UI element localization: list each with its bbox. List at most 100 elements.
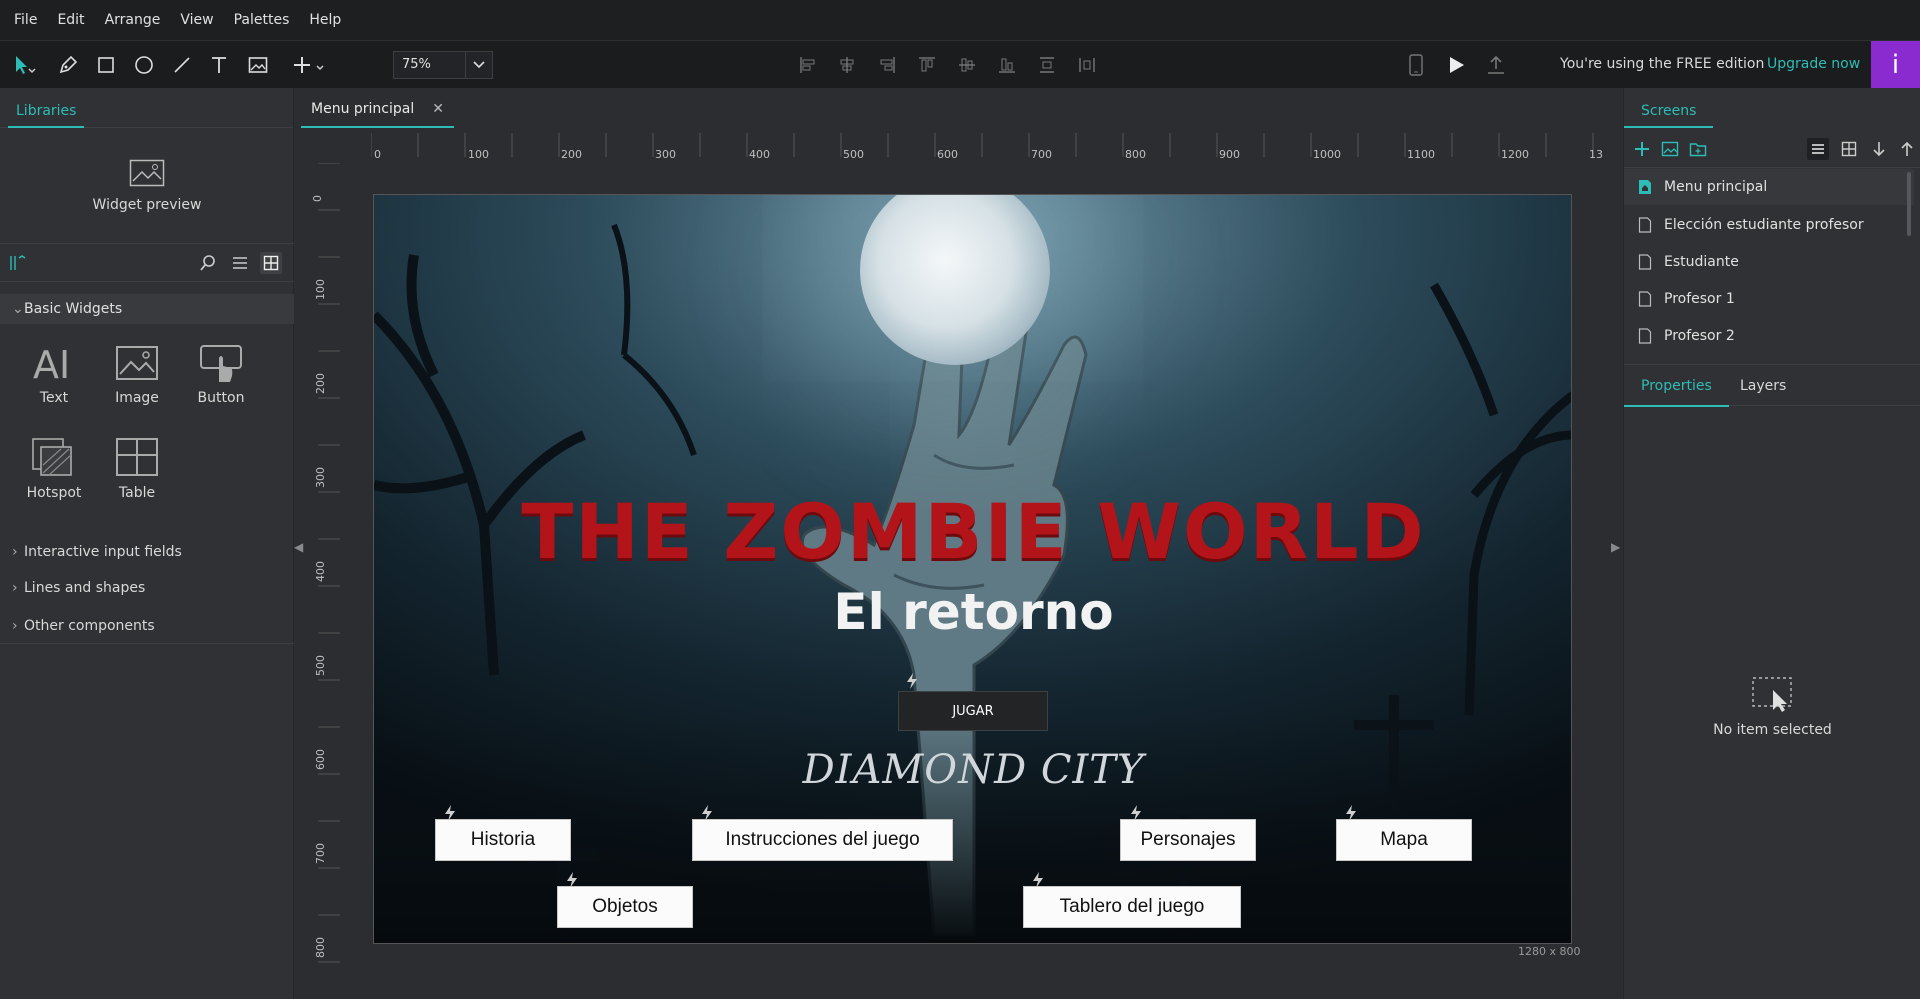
select-icon[interactable] (12, 53, 36, 77)
home-screen-icon (1639, 180, 1651, 194)
widget-hotspot[interactable]: Hotspot (14, 437, 94, 517)
collapse-right-icon[interactable]: ▶ (1611, 540, 1620, 554)
ellipse-icon[interactable] (132, 53, 156, 77)
page-icon (1638, 291, 1652, 307)
tab-properties[interactable]: Properties (1624, 365, 1729, 407)
menu-file[interactable]: File (4, 0, 47, 40)
section-label: Interactive input fields (24, 544, 182, 560)
add-screen-icon[interactable] (1631, 138, 1653, 160)
add-folder-icon[interactable] (1687, 138, 1709, 160)
libraries-tabs: Libraries (0, 88, 293, 128)
image-tool-icon[interactable] (246, 53, 270, 77)
tab-libraries[interactable]: Libraries (8, 88, 85, 128)
grid-view-icon[interactable] (260, 252, 282, 274)
tablero-button[interactable]: Tablero del juego (1023, 886, 1241, 928)
menu-bar: File Edit Arrange View Palettes Help (0, 0, 1920, 40)
screen-item-estudiante[interactable]: Estudiante (1624, 244, 1914, 280)
close-icon[interactable]: ✕ (432, 96, 444, 126)
objetos-button[interactable]: Objetos (557, 886, 693, 928)
ruler-tick: 400 (749, 148, 770, 161)
game-subtitle[interactable]: El retorno (374, 583, 1571, 641)
screens-toolbar (1624, 130, 1920, 168)
list-view-icon[interactable] (229, 252, 251, 274)
distribute-vertical-icon[interactable] (1035, 53, 1059, 77)
section-other-components[interactable]: › Other components (0, 608, 294, 644)
ruler-tick: 100 (468, 148, 489, 161)
ruler-tick: 100 (314, 279, 327, 300)
share-icon[interactable] (1484, 53, 1508, 77)
section-label: Lines and shapes (24, 580, 146, 596)
info-button[interactable]: i (1871, 41, 1920, 89)
screen-item-menu-principal[interactable]: Menu principal (1624, 169, 1914, 205)
screen-canvas[interactable]: THE ZOMBIE WORLD El retorno JUGAR DIAMON… (373, 194, 1572, 944)
chevron-down-icon: ⌄ (12, 301, 24, 317)
ruler-tick: 300 (314, 467, 327, 488)
add-icon[interactable] (290, 53, 330, 77)
section-interactive-input-fields[interactable]: › Interactive input fields (0, 534, 294, 570)
mapa-button[interactable]: Mapa (1336, 819, 1472, 861)
tab-menu-principal[interactable]: Menu principal ✕ (301, 96, 454, 128)
lightning-icon (907, 673, 917, 689)
widget-label: Text (39, 390, 69, 406)
instrucciones-button[interactable]: Instrucciones del juego (692, 819, 953, 861)
device-preview-icon[interactable] (1404, 53, 1428, 77)
menu-arrange[interactable]: Arrange (95, 0, 171, 40)
upgrade-link[interactable]: Upgrade now (1767, 56, 1860, 72)
basic-widgets-header[interactable]: ⌄Basic Widgets (0, 294, 294, 324)
personajes-button[interactable]: Personajes (1120, 819, 1256, 861)
tab-layers[interactable]: Layers (1734, 365, 1792, 407)
list-view-icon[interactable] (1807, 138, 1829, 160)
chevron-down-icon[interactable] (464, 52, 492, 78)
image-widget-icon (116, 346, 158, 380)
play-icon[interactable] (1444, 53, 1468, 77)
hotspot-widget-icon (32, 438, 72, 476)
align-center-icon[interactable] (835, 53, 859, 77)
arrow-down-icon[interactable] (1868, 138, 1890, 160)
tab-screens[interactable]: Screens (1624, 88, 1714, 128)
widget-table[interactable]: Table (97, 437, 177, 517)
menu-palettes[interactable]: Palettes (224, 0, 300, 40)
ruler-tick: 900 (1219, 148, 1240, 161)
city-name[interactable]: DIAMOND CITY (374, 747, 1571, 793)
zoom-selector[interactable]: 75% (393, 51, 493, 79)
line-icon[interactable] (170, 53, 194, 77)
zoom-value[interactable]: 75% (394, 52, 465, 78)
historia-button[interactable]: Historia (435, 819, 571, 861)
jugar-button[interactable]: JUGAR (898, 691, 1048, 731)
align-bottom-icon[interactable] (995, 53, 1019, 77)
pen-icon[interactable] (56, 53, 80, 77)
ruler-tick: 400 (314, 561, 327, 582)
widget-label: Button (197, 390, 245, 406)
align-middle-icon[interactable] (955, 53, 979, 77)
section-lines-and-shapes[interactable]: › Lines and shapes (0, 570, 294, 606)
menu-help[interactable]: Help (299, 0, 351, 40)
game-title[interactable]: THE ZOMBIE WORLD (374, 487, 1571, 576)
screen-item-profesor-1[interactable]: Profesor 1 (1624, 281, 1914, 317)
rectangle-icon[interactable] (94, 53, 118, 77)
screens-panel: Screens Menu principal Elección estudian… (1623, 88, 1920, 999)
screen-item-profesor-2[interactable]: Profesor 2 (1624, 318, 1914, 354)
toolbar: 75% You're using the FREE edition Upgrad… (0, 40, 1920, 89)
align-top-icon[interactable] (915, 53, 939, 77)
menu-edit[interactable]: Edit (47, 0, 94, 40)
widget-image[interactable]: Image (97, 342, 177, 422)
screen-item-eleccion[interactable]: Elección estudiante profesor (1624, 207, 1914, 243)
widget-button[interactable]: Button (181, 342, 261, 422)
collapse-left-icon[interactable]: ◀ (294, 540, 303, 554)
screens-scrollbar[interactable] (1907, 172, 1911, 236)
search-icon[interactable] (197, 252, 219, 274)
text-tool-icon[interactable] (207, 53, 231, 77)
arrow-up-icon[interactable] (1896, 138, 1918, 160)
align-left-icon[interactable] (796, 53, 820, 77)
align-right-icon[interactable] (875, 53, 899, 77)
library-select-icon[interactable] (6, 252, 28, 274)
add-image-screen-icon[interactable] (1659, 138, 1681, 160)
grid-view-icon[interactable] (1838, 138, 1860, 160)
screen-item-label: Profesor 2 (1664, 328, 1735, 344)
button-widget-icon (200, 345, 242, 382)
widget-text[interactable]: AI Text (14, 342, 94, 422)
menu-view[interactable]: View (170, 0, 223, 40)
no-item-selected-text: No item selected (1713, 722, 1832, 738)
ruler-tick: 0 (374, 148, 381, 161)
distribute-horizontal-icon[interactable] (1075, 53, 1099, 77)
